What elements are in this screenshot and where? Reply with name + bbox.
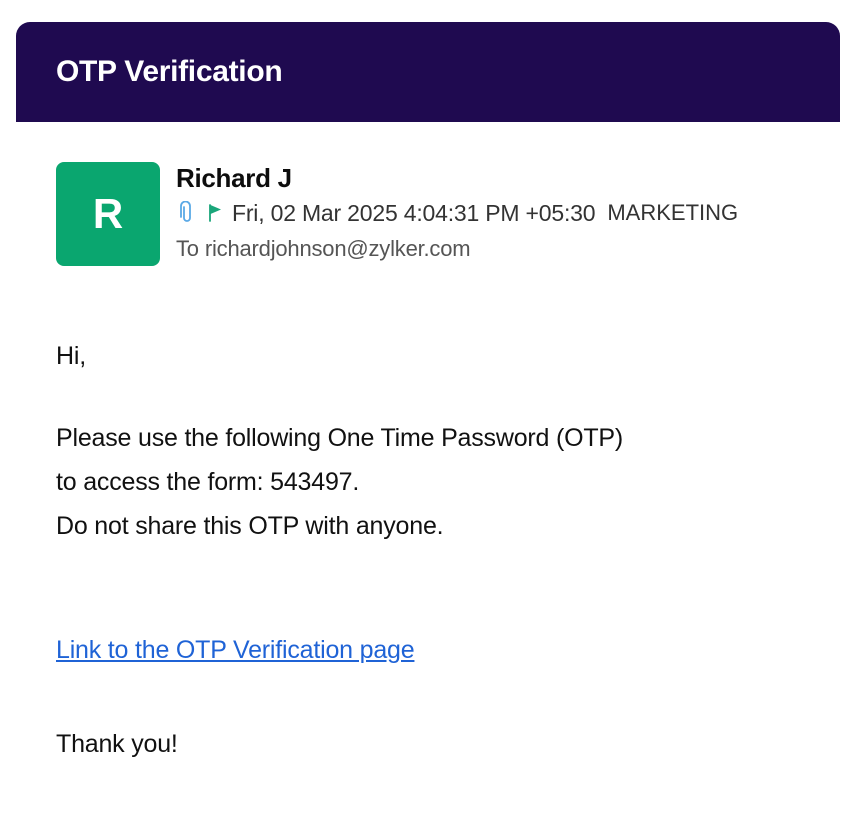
sender-name[interactable]: Richard J	[176, 162, 738, 194]
signoff: Thank you!	[56, 730, 178, 758]
recipient-line: To richardjohnson@zylker.com	[176, 236, 738, 262]
folder-label[interactable]: MARKETING	[607, 200, 738, 226]
paperclip-icon[interactable]	[176, 200, 198, 226]
email-card: OTP Verification R Richard J Fri, 02 Mar…	[16, 22, 840, 822]
recipient-address[interactable]: richardjohnson@zylker.com	[205, 236, 471, 262]
sender-row: R Richard J Fri, 02 Mar 2025 4:04:31 PM …	[56, 162, 738, 266]
avatar[interactable]: R	[56, 162, 160, 266]
message-line: Do not share this OTP with anyone.	[56, 512, 444, 540]
message-paragraph: Please use the following One Time Passwo…	[56, 416, 623, 548]
sender-info: Richard J Fri, 02 Mar 2025 4:04:31 PM +0…	[176, 162, 738, 266]
greeting: Hi,	[56, 342, 86, 370]
email-subject: OTP Verification	[56, 55, 283, 88]
sent-date: Fri, 02 Mar 2025 4:04:31 PM +05:30	[232, 199, 596, 226]
message-line: Please use the following One Time Passwo…	[56, 424, 624, 452]
flag-icon[interactable]	[204, 200, 226, 226]
message-line: to access the form: 543497.	[56, 468, 360, 496]
otp-verification-link[interactable]: Link to the OTP Verification page	[56, 628, 415, 672]
email-header: OTP Verification	[16, 22, 840, 122]
recipient-prefix: To	[176, 236, 199, 261]
meta-line: Fri, 02 Mar 2025 4:04:31 PM +05:30 MARKE…	[176, 198, 738, 228]
